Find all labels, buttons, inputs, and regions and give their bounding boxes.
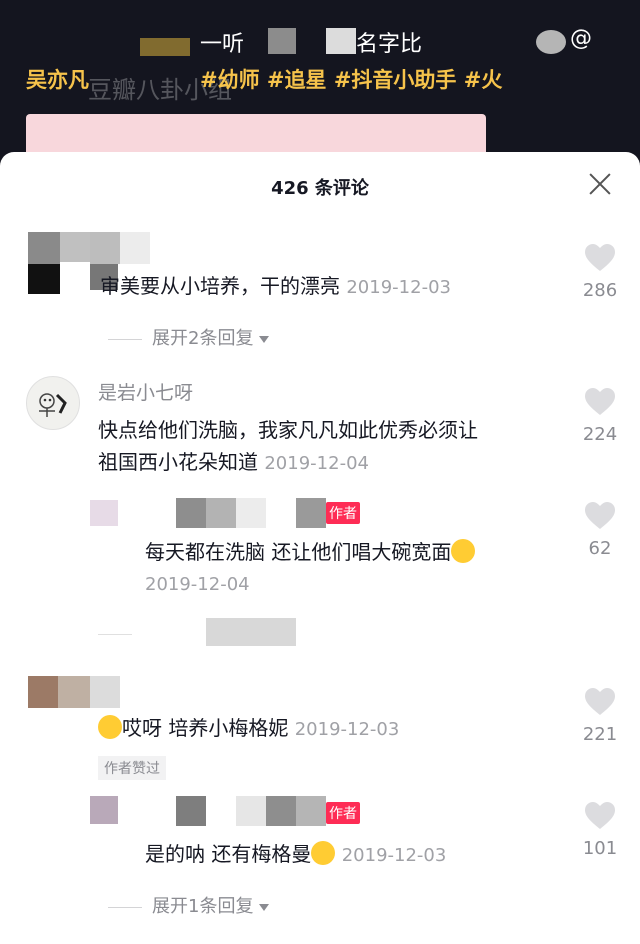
like-count: 224 xyxy=(582,424,618,445)
like-count: 221 xyxy=(582,724,618,745)
username-mosaic xyxy=(90,232,120,264)
comment-date: 2019-12-04 xyxy=(264,453,369,474)
avatar-mosaic[interactable] xyxy=(90,500,118,526)
username-mosaic xyxy=(236,498,266,528)
mention-at[interactable]: @ xyxy=(570,26,592,51)
emoji-icon xyxy=(536,30,566,54)
reply-text: 是的呐 还有梅格曼 2019-12-03 xyxy=(145,841,447,866)
comment-date: 2019-12-03 xyxy=(346,277,451,298)
reply-date: 2019-12-03 xyxy=(341,845,447,866)
heart-icon xyxy=(585,502,615,529)
like-count: 101 xyxy=(582,838,618,859)
comment-text: 审美要从小培养，干的漂亮 2019-12-03 xyxy=(100,274,451,298)
video-caption-line1: 一听 xyxy=(200,26,244,58)
like-button[interactable]: 101 xyxy=(570,802,630,859)
avatar[interactable] xyxy=(28,232,90,294)
like-button[interactable]: 224 xyxy=(570,388,630,445)
author-liked-badge: 作者赞过 xyxy=(98,756,166,780)
avatar[interactable] xyxy=(28,676,90,708)
reply-date: 2019-12-04 xyxy=(145,574,250,595)
like-button[interactable]: 286 xyxy=(570,244,630,301)
caption-text-2: 名字比 xyxy=(356,32,423,57)
comment-text-line1: 快点给他们洗脑，我家凡凡如此优秀必须让 xyxy=(98,418,478,442)
caption-mosaic xyxy=(140,38,190,56)
caption-mosaic xyxy=(268,28,296,54)
like-button[interactable]: 221 xyxy=(570,688,630,745)
avatar-mosaic[interactable] xyxy=(90,796,118,824)
username-mosaic xyxy=(296,796,326,826)
username[interactable]: 是岩小七呀 xyxy=(98,378,193,405)
heart-icon xyxy=(585,688,615,715)
like-count: 62 xyxy=(588,538,612,559)
username-mosaic xyxy=(266,796,296,826)
divider xyxy=(98,634,132,635)
hashtags[interactable]: #幼师 #追星 #抖音小助手 #火 xyxy=(200,64,502,94)
username-mosaic xyxy=(296,498,326,528)
heart-icon xyxy=(585,802,615,829)
comment-text-line2: 祖国西小花朵知道 2019-12-04 xyxy=(98,450,369,474)
username-mosaic xyxy=(176,796,206,826)
chevron-down-icon xyxy=(259,903,270,911)
expand-replies-button[interactable]: 展开1条回复 xyxy=(108,892,270,918)
video-caption-line1-mid: 名字比 xyxy=(356,26,422,58)
comment-text: 哎呀 培养小梅格妮 2019-12-03 xyxy=(98,712,399,746)
username-mosaic xyxy=(120,232,150,264)
author-badge: 作者 xyxy=(326,802,360,824)
caption-mosaic xyxy=(326,28,356,54)
divider xyxy=(108,906,142,908)
laugh-cry-emoji-icon xyxy=(311,841,336,865)
username-mosaic xyxy=(236,796,266,826)
expand-replies-button[interactable]: 展开2条回复 xyxy=(108,324,270,350)
close-icon[interactable] xyxy=(586,170,614,198)
comment-count-title: 426 条评论 xyxy=(271,178,369,199)
like-count: 286 xyxy=(582,280,618,301)
grin-emoji-icon xyxy=(451,539,476,563)
username-mosaic xyxy=(90,676,120,708)
heart-icon xyxy=(585,388,615,415)
username-mosaic xyxy=(176,498,206,528)
avatar[interactable] xyxy=(26,376,80,430)
mention-name[interactable]: 吴亦凡 xyxy=(26,64,89,94)
smile-emoji-icon xyxy=(98,715,122,739)
comment-sheet: 426 条评论 审美要从小培养，干的漂亮 2019-12-03 286 展开2条… xyxy=(0,152,640,944)
chevron-down-icon xyxy=(259,335,270,343)
username-mosaic xyxy=(206,498,236,528)
heart-icon xyxy=(585,244,615,271)
caption-text-1: 一听 xyxy=(200,32,245,57)
divider xyxy=(108,338,142,340)
like-button[interactable]: 62 xyxy=(570,502,630,559)
comment-date: 2019-12-03 xyxy=(294,719,400,740)
mosaic xyxy=(206,618,296,646)
reply-text: 每天都在洗脑 还让他们唱大碗宽面 xyxy=(145,536,476,568)
cartoon-avatar-icon xyxy=(39,393,67,417)
author-badge: 作者 xyxy=(326,502,360,524)
